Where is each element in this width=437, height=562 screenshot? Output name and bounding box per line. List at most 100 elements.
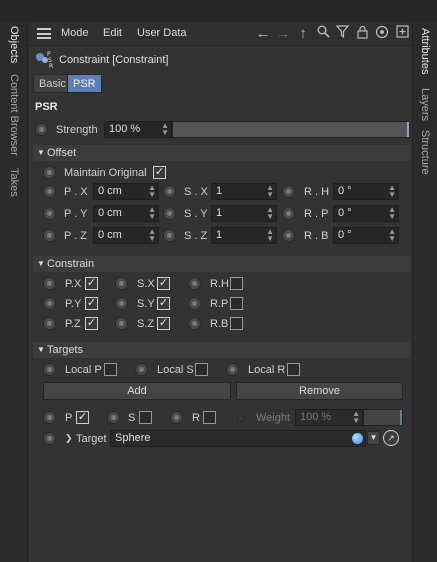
stepper-icon[interactable]: ▲ ▼ xyxy=(388,184,396,199)
constrain-r-radio-0[interactable] xyxy=(188,277,201,290)
offset-s-field[interactable]: 1 ▲ ▼ xyxy=(211,227,277,244)
arrow-right-icon[interactable]: → xyxy=(275,25,291,42)
target-link-radio[interactable] xyxy=(43,432,56,445)
strength-animate-radio[interactable] xyxy=(35,123,48,136)
target-r-radio[interactable] xyxy=(170,411,183,424)
strength-slider[interactable] xyxy=(172,121,410,138)
lock-icon[interactable] xyxy=(354,25,370,42)
remove-button[interactable]: Remove xyxy=(236,382,403,400)
menu-user-data[interactable]: User Data xyxy=(137,27,187,39)
stepper-icon[interactable]: ▲ ▼ xyxy=(148,184,156,199)
tab-content-browser[interactable]: Content Browser xyxy=(8,74,20,156)
target-p-radio[interactable] xyxy=(43,411,56,424)
constrain-p-checkbox[interactable]: ✓ xyxy=(85,277,98,290)
search-icon[interactable] xyxy=(315,25,331,42)
constrain-r-checkbox[interactable] xyxy=(230,297,243,310)
constrain-r-radio-2[interactable] xyxy=(188,317,201,330)
chevron-down-icon[interactable]: ▼ xyxy=(367,431,380,445)
expand-chevron-icon[interactable]: ❯ xyxy=(65,433,73,444)
local-r-radio[interactable] xyxy=(226,363,239,376)
offset-r-field[interactable]: 0 ° ▲ ▼ xyxy=(333,183,399,200)
offset-r-radio-0[interactable] xyxy=(282,185,295,198)
offset-p-radio-1[interactable] xyxy=(43,207,56,220)
offset-p-field[interactable]: 0 cm ▲ ▼ xyxy=(93,227,159,244)
stepper-icon[interactable]: ▲ ▼ xyxy=(148,228,156,243)
group-offset-header[interactable]: ▼ Offset xyxy=(33,145,410,161)
stepper-icon[interactable]: ▲ ▼ xyxy=(266,228,274,243)
offset-s-radio-2[interactable] xyxy=(163,229,176,242)
offset-r-radio-2[interactable] xyxy=(282,229,295,242)
local-p-checkbox[interactable] xyxy=(104,363,117,376)
offset-r-radio-1[interactable] xyxy=(282,207,295,220)
local-s-radio[interactable] xyxy=(135,363,148,376)
offset-s-field[interactable]: 1 ▲ ▼ xyxy=(211,183,277,200)
stepper-icon[interactable]: ▲ ▼ xyxy=(148,206,156,221)
maintain-original-radio[interactable] xyxy=(43,166,56,179)
tab-psr[interactable]: PSR xyxy=(67,74,102,93)
offset-p-radio-2[interactable] xyxy=(43,229,56,242)
tab-layers[interactable]: Layers xyxy=(419,88,431,121)
new-panel-icon[interactable] xyxy=(394,25,410,42)
stepper-icon[interactable]: ▲ ▼ xyxy=(266,206,274,221)
pick-object-icon[interactable]: ↗ xyxy=(383,430,399,446)
stepper-icon[interactable]: ▲ ▼ xyxy=(266,184,274,199)
constrain-p-radio-1[interactable] xyxy=(43,297,56,310)
offset-s-field[interactable]: 1 ▲ ▼ xyxy=(211,205,277,222)
tab-attributes[interactable]: Attributes xyxy=(419,28,431,74)
maintain-original-checkbox[interactable]: ✓ xyxy=(153,166,166,179)
filter-icon[interactable] xyxy=(334,25,350,42)
strength-field[interactable]: 100 % ▲ ▼ xyxy=(104,121,172,138)
constrain-r-checkbox[interactable] xyxy=(230,277,243,290)
target-p-checkbox[interactable]: ✓ xyxy=(76,411,89,424)
arrow-up-icon[interactable]: ↑ xyxy=(295,25,311,42)
target-r-checkbox[interactable] xyxy=(203,411,216,424)
menu-mode[interactable]: Mode xyxy=(61,27,89,39)
collapse-triangle-icon[interactable]: ▼ xyxy=(37,256,45,272)
constrain-s-checkbox[interactable]: ✓ xyxy=(157,277,170,290)
constrain-r-label: R.P xyxy=(210,298,229,310)
local-s-checkbox[interactable] xyxy=(195,363,208,376)
collapse-triangle-icon[interactable]: ▼ xyxy=(37,342,45,358)
constrain-p-radio-0[interactable] xyxy=(43,277,56,290)
arrow-left-icon[interactable]: ← xyxy=(255,25,271,42)
stepper-icon[interactable]: ▲ ▼ xyxy=(388,228,396,243)
object-title: Constraint [Constraint] xyxy=(59,54,169,66)
constrain-s-radio-2[interactable] xyxy=(115,317,128,330)
menu-icon[interactable] xyxy=(37,28,51,39)
constrain-r-radio-1[interactable] xyxy=(188,297,201,310)
group-constrain-header[interactable]: ▼ Constrain xyxy=(33,256,410,272)
constrain-s-radio-1[interactable] xyxy=(115,297,128,310)
target-link-field[interactable]: Sphere xyxy=(110,430,366,447)
target-s-radio[interactable] xyxy=(107,411,120,424)
offset-r-field[interactable]: 0 ° ▲ ▼ xyxy=(333,205,399,222)
stepper-icon[interactable]: ▲ ▼ xyxy=(161,122,169,137)
add-button[interactable]: Add xyxy=(43,382,231,400)
collapse-triangle-icon[interactable]: ▼ xyxy=(37,145,45,161)
local-r-checkbox[interactable] xyxy=(287,363,300,376)
slider-handle[interactable] xyxy=(407,122,409,137)
group-targets-header[interactable]: ▼ Targets xyxy=(33,342,410,358)
attributes-panel: Mode Edit User Data ← → ↑ P S R Constrai… xyxy=(29,22,412,562)
offset-p-radio-0[interactable] xyxy=(43,185,56,198)
constrain-s-checkbox[interactable]: ✓ xyxy=(157,317,170,330)
offset-s-radio-0[interactable] xyxy=(163,185,176,198)
offset-p-value: 0 cm xyxy=(98,229,122,241)
constrain-s-radio-0[interactable] xyxy=(115,277,128,290)
tab-objects[interactable]: Objects xyxy=(8,26,20,63)
constrain-s-checkbox[interactable]: ✓ xyxy=(157,297,170,310)
target-icon[interactable] xyxy=(374,25,390,42)
constrain-r-checkbox[interactable] xyxy=(230,317,243,330)
tab-takes[interactable]: Takes xyxy=(8,168,20,197)
offset-s-radio-1[interactable] xyxy=(163,207,176,220)
local-p-radio[interactable] xyxy=(43,363,56,376)
offset-r-field[interactable]: 0 ° ▲ ▼ xyxy=(333,227,399,244)
offset-p-field[interactable]: 0 cm ▲ ▼ xyxy=(93,183,159,200)
target-s-checkbox[interactable] xyxy=(139,411,152,424)
constrain-p-checkbox[interactable]: ✓ xyxy=(85,297,98,310)
constrain-p-radio-2[interactable] xyxy=(43,317,56,330)
menu-edit[interactable]: Edit xyxy=(103,27,122,39)
stepper-icon[interactable]: ▲ ▼ xyxy=(388,206,396,221)
tab-structure[interactable]: Structure xyxy=(419,130,431,175)
constrain-p-checkbox[interactable]: ✓ xyxy=(85,317,98,330)
offset-p-field[interactable]: 0 cm ▲ ▼ xyxy=(93,205,159,222)
